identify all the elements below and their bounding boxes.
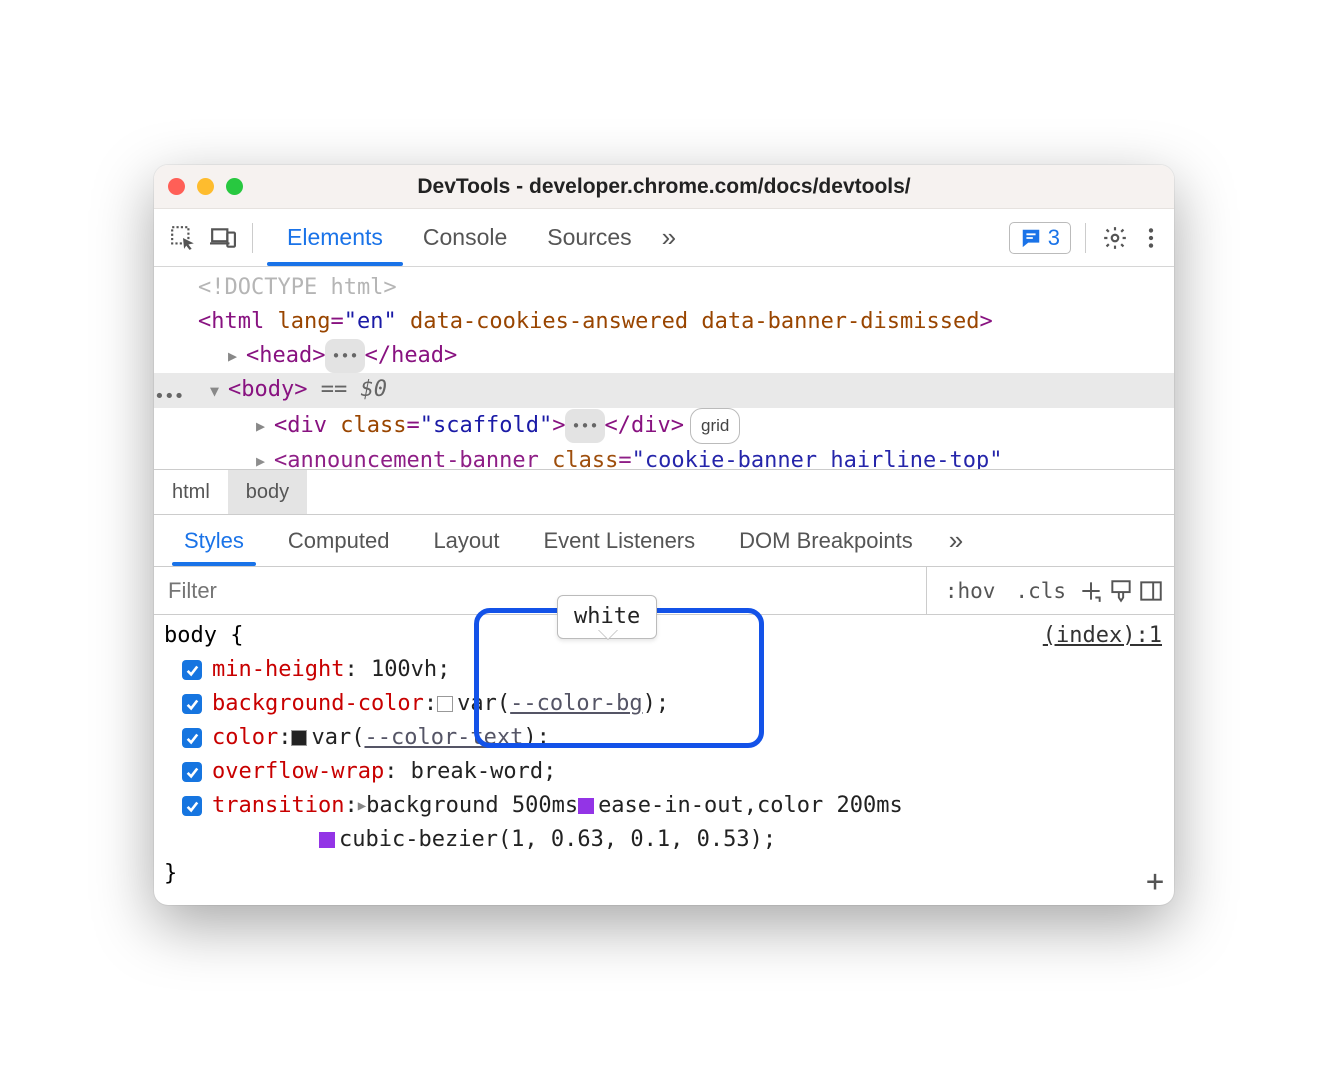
property-checkbox[interactable] — [182, 762, 202, 782]
dom-tree[interactable]: <!DOCTYPE html> <html lang="en" data-coo… — [154, 267, 1174, 469]
bezier-swatch-icon[interactable] — [319, 832, 335, 848]
breadcrumb-body[interactable]: body — [228, 470, 307, 514]
breadcrumb-html[interactable]: html — [154, 470, 228, 514]
css-rule-close: } — [164, 857, 1164, 891]
cls-toggle[interactable]: .cls — [1007, 579, 1074, 603]
styles-subtabs: Styles Computed Layout Event Listeners D… — [154, 515, 1174, 567]
color-swatch-icon[interactable] — [437, 696, 453, 712]
add-property-icon[interactable]: + — [1146, 865, 1164, 899]
styles-filter-input[interactable] — [154, 578, 926, 604]
tab-console[interactable]: Console — [403, 209, 527, 266]
doctype-node: <!DOCTYPE html> — [198, 271, 397, 305]
css-prop-transition-cont: cubic-bezier(1, 0.63, 0.1, 0.53); — [164, 823, 1164, 857]
collapse-arrow-icon[interactable]: ▼ — [210, 374, 228, 408]
more-tabs-button[interactable]: » — [652, 209, 686, 266]
css-value-tooltip: white — [557, 595, 657, 639]
tab-elements[interactable]: Elements — [267, 209, 403, 266]
maximize-window-button[interactable] — [226, 178, 243, 195]
property-checkbox[interactable] — [182, 728, 202, 748]
css-prop-transition[interactable]: transition: ▶ background 500ms ease-in-o… — [164, 789, 1164, 823]
bezier-swatch-icon[interactable] — [578, 798, 594, 814]
hov-toggle[interactable]: :hov — [937, 579, 1004, 603]
head-element-node[interactable]: ▶<head>•••</head> — [170, 339, 1174, 373]
subtab-styles[interactable]: Styles — [162, 515, 266, 566]
more-subtabs-button[interactable]: » — [939, 525, 973, 556]
chat-icon — [1020, 227, 1042, 249]
window-controls — [168, 178, 243, 195]
announcement-banner-node[interactable]: ▶<announcement-banner class="cookie-bann… — [170, 444, 1174, 469]
css-prop-overflow-wrap[interactable]: overflow-wrap: break-word; — [164, 755, 1164, 789]
expand-arrow-icon[interactable]: ▶ — [228, 339, 246, 373]
color-swatch-icon[interactable] — [291, 730, 307, 746]
kebab-menu-icon[interactable] — [1136, 223, 1166, 253]
grid-badge[interactable]: grid — [690, 408, 740, 444]
ellipsis-pill[interactable]: ••• — [565, 409, 604, 443]
expand-arrow-icon[interactable]: ▶ — [256, 444, 274, 469]
ellipsis-pill[interactable]: ••• — [325, 339, 364, 373]
device-toolbar-icon[interactable] — [208, 223, 238, 253]
more-actions-icon[interactable]: ••• — [154, 380, 184, 414]
styles-pane: (index):1 body { min-height: 100vh; back… — [154, 615, 1174, 905]
settings-gear-icon[interactable] — [1100, 223, 1130, 253]
div-scaffold-node[interactable]: ▶<div class="scaffold">•••</div>grid — [170, 408, 1174, 444]
subtab-computed[interactable]: Computed — [266, 515, 412, 566]
toolbar-separator — [252, 223, 253, 253]
property-checkbox[interactable] — [182, 796, 202, 816]
main-toolbar: Elements Console Sources » 3 — [154, 209, 1174, 267]
property-checkbox[interactable] — [182, 694, 202, 714]
window-title: DevTools - developer.chrome.com/docs/dev… — [154, 175, 1174, 199]
subtab-layout[interactable]: Layout — [411, 515, 521, 566]
stylesheet-source-link[interactable]: (index):1 — [1043, 619, 1162, 653]
property-checkbox[interactable] — [182, 660, 202, 680]
issues-count: 3 — [1048, 225, 1060, 251]
minimize-window-button[interactable] — [197, 178, 214, 195]
tab-sources[interactable]: Sources — [527, 209, 651, 266]
body-element-node-selected[interactable]: ••• ▼<body> == $0 — [154, 373, 1174, 408]
breadcrumb: html body — [154, 469, 1174, 515]
paint-brush-icon[interactable] — [1108, 578, 1134, 604]
expand-arrow-icon[interactable]: ▶ — [256, 409, 274, 443]
close-window-button[interactable] — [168, 178, 185, 195]
issues-badge[interactable]: 3 — [1009, 222, 1071, 254]
html-element-node[interactable]: <html lang="en" data-cookies-answered da… — [170, 305, 1174, 339]
new-style-rule-icon[interactable] — [1078, 578, 1104, 604]
subtab-dom-breakpoints[interactable]: DOM Breakpoints — [717, 515, 935, 566]
main-tabs: Elements Console Sources » — [267, 209, 686, 266]
toolbar-separator — [1085, 223, 1086, 253]
expand-triangle-icon[interactable]: ▶ — [358, 789, 366, 823]
subtab-event-listeners[interactable]: Event Listeners — [522, 515, 718, 566]
window-titlebar: DevTools - developer.chrome.com/docs/dev… — [154, 165, 1174, 209]
devtools-window: DevTools - developer.chrome.com/docs/dev… — [154, 165, 1174, 905]
panel-toggle-icon[interactable] — [1138, 578, 1164, 604]
inspect-element-icon[interactable] — [168, 223, 198, 253]
